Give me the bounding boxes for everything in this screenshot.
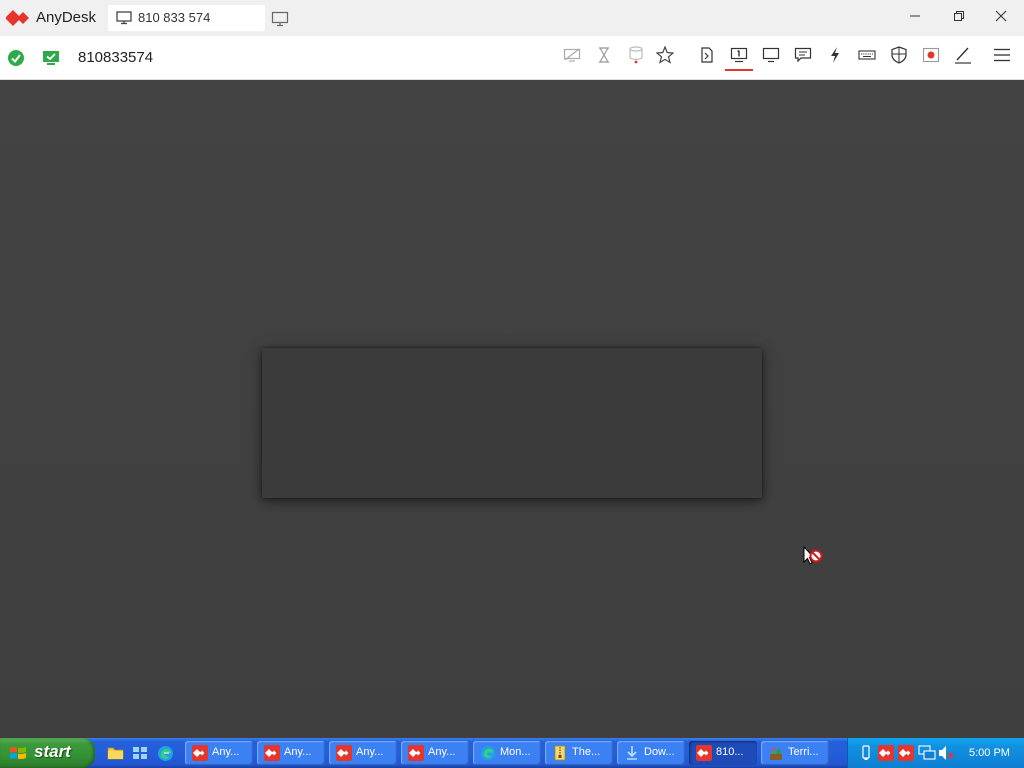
favorite-star-icon bbox=[655, 44, 675, 69]
new-session-icon[interactable] bbox=[271, 11, 291, 32]
task-label: Any... bbox=[428, 746, 456, 758]
task-label: The... bbox=[572, 746, 601, 758]
whiteboard-button[interactable] bbox=[949, 43, 977, 71]
file-transfer-icon bbox=[700, 46, 714, 68]
display-button[interactable] bbox=[757, 43, 785, 71]
permissions-shield-icon bbox=[891, 45, 907, 69]
usb-icon[interactable] bbox=[860, 745, 872, 766]
apps-icon[interactable] bbox=[132, 745, 148, 766]
active-indicator bbox=[725, 69, 753, 71]
session-tab[interactable]: 810 833 574 bbox=[108, 5, 265, 31]
anydesk-logo-icon bbox=[5, 9, 32, 32]
session-id: 810833574 bbox=[78, 49, 154, 66]
record-button[interactable] bbox=[917, 43, 945, 71]
permissions-button[interactable] bbox=[885, 43, 913, 71]
anydesk-icon bbox=[264, 745, 280, 766]
clock[interactable]: 5:00 PM bbox=[969, 747, 1010, 759]
restore-button[interactable] bbox=[936, 0, 982, 36]
keyboard-icon bbox=[858, 48, 876, 66]
task-label: Dow... bbox=[644, 746, 675, 758]
chat-button[interactable] bbox=[789, 43, 817, 71]
edge-icon bbox=[480, 745, 496, 766]
start-label: start bbox=[34, 742, 71, 761]
monitor-select-icon bbox=[730, 47, 748, 68]
hourglass-icon bbox=[598, 46, 610, 68]
anydesk-icon bbox=[408, 745, 424, 766]
start-button[interactable]: start bbox=[0, 738, 95, 768]
whiteboard-pen-icon bbox=[954, 46, 972, 69]
taskbar: start Any... Any... Any... Any... Mon...… bbox=[0, 738, 1024, 768]
keyboard-button[interactable] bbox=[853, 43, 881, 71]
task-label: Any... bbox=[212, 746, 240, 758]
download-icon bbox=[624, 745, 640, 766]
close-icon bbox=[995, 9, 1007, 27]
taskbar-task[interactable]: The... bbox=[545, 741, 613, 765]
menu-button[interactable] bbox=[988, 43, 1016, 71]
taskbar-task[interactable]: Terri... bbox=[761, 741, 829, 765]
monitor-icon bbox=[116, 11, 132, 30]
record-icon bbox=[922, 47, 940, 68]
anydesk-icon bbox=[192, 745, 208, 766]
edge-icon[interactable] bbox=[157, 745, 174, 767]
connection-ok-icon bbox=[7, 49, 25, 72]
remote-screen-icon[interactable] bbox=[42, 49, 60, 72]
display-hidden-icon bbox=[563, 48, 581, 67]
monitor-select-button[interactable] bbox=[725, 43, 753, 71]
taskbar-task[interactable]: Any... bbox=[185, 741, 253, 765]
task-label: Any... bbox=[356, 746, 384, 758]
anydesk-tray-icon[interactable] bbox=[898, 745, 914, 766]
task-label: 810... bbox=[716, 746, 744, 758]
menu-icon bbox=[993, 48, 1011, 67]
session-tab-label: 810 833 574 bbox=[138, 10, 211, 25]
taskbar-task[interactable]: Mon... bbox=[473, 741, 541, 765]
minimize-button[interactable] bbox=[892, 0, 938, 36]
disk-button[interactable] bbox=[622, 43, 650, 71]
taskbar-task[interactable]: Any... bbox=[257, 741, 325, 765]
minimize-icon bbox=[909, 9, 921, 27]
chat-icon bbox=[794, 47, 812, 68]
taskbar-task[interactable]: Any... bbox=[329, 741, 397, 765]
restore-icon bbox=[953, 9, 965, 27]
taskbar-task[interactable]: Any... bbox=[401, 741, 469, 765]
volume-muted-icon[interactable] bbox=[938, 745, 954, 766]
remote-dialog-panel bbox=[262, 348, 762, 498]
favorite-button[interactable] bbox=[651, 43, 679, 71]
anydesk-tray-icon[interactable] bbox=[878, 745, 894, 766]
explorer-icon[interactable] bbox=[107, 745, 124, 766]
display-hidden-button[interactable] bbox=[558, 43, 586, 71]
task-label: Any... bbox=[284, 746, 312, 758]
actions-lightning-icon bbox=[829, 46, 841, 69]
network-icon[interactable] bbox=[918, 745, 936, 766]
anydesk-icon bbox=[336, 745, 352, 766]
close-button[interactable] bbox=[978, 0, 1024, 36]
task-label: Mon... bbox=[500, 746, 531, 758]
taskbar-task-active[interactable]: 810... bbox=[689, 741, 757, 765]
title-bar: AnyDesk 810 833 574 bbox=[0, 0, 1024, 36]
no-access-cursor-icon bbox=[803, 545, 823, 575]
disk-icon bbox=[629, 45, 643, 69]
anydesk-icon bbox=[696, 745, 712, 766]
session-toolbar: 810833574 bbox=[0, 36, 1024, 80]
terrarium-icon bbox=[768, 745, 784, 766]
hourglass-button[interactable] bbox=[590, 43, 618, 71]
windows-flag-icon bbox=[9, 745, 27, 766]
app-title: AnyDesk bbox=[36, 9, 97, 26]
display-icon bbox=[762, 47, 780, 68]
taskbar-task[interactable]: Dow... bbox=[617, 741, 685, 765]
actions-button[interactable] bbox=[821, 43, 849, 71]
archive-icon bbox=[552, 745, 568, 766]
task-label: Terri... bbox=[788, 746, 819, 758]
file-transfer-button[interactable] bbox=[693, 43, 721, 71]
